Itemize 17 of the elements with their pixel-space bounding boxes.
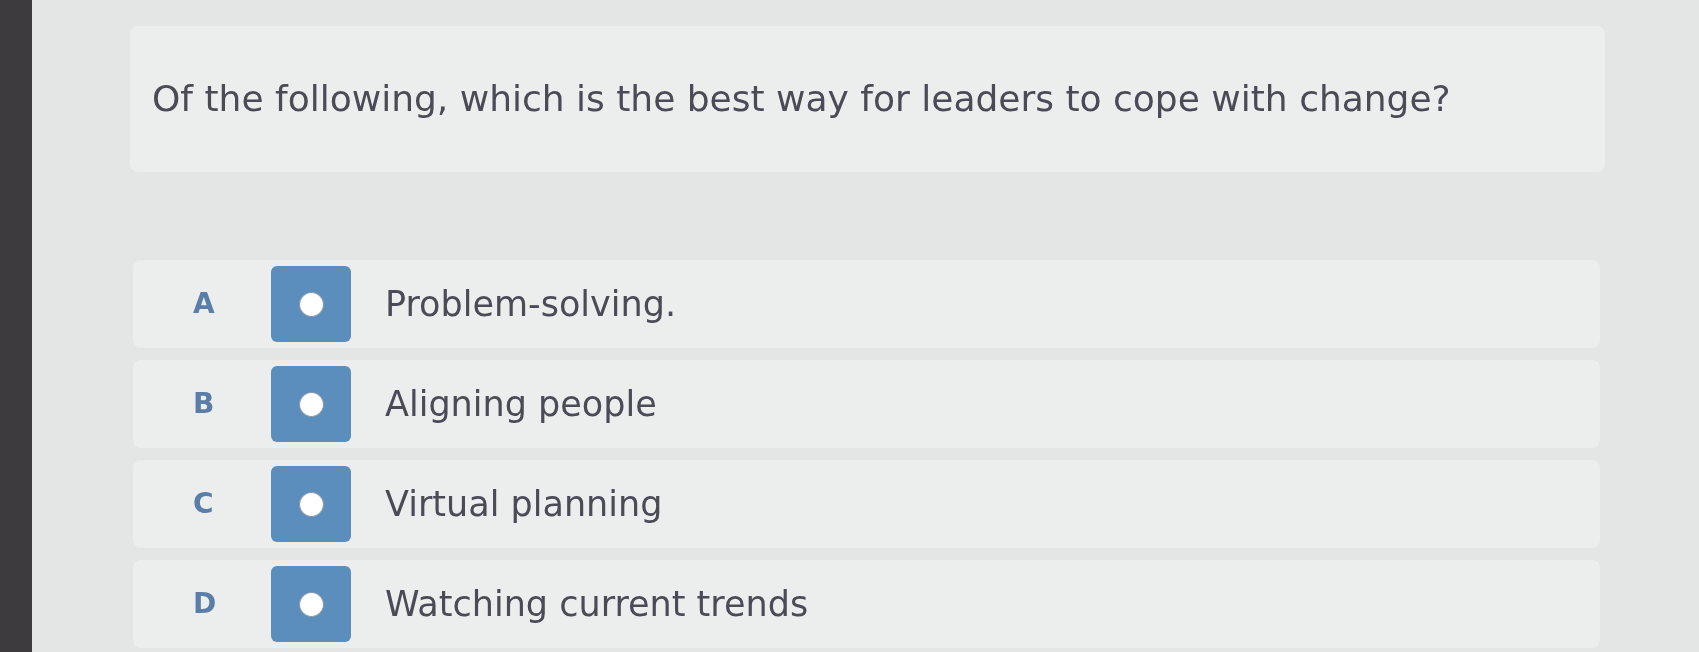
radio-button[interactable] bbox=[271, 466, 351, 542]
radio-circle-icon bbox=[298, 491, 324, 517]
option-text: Aligning people bbox=[385, 382, 657, 426]
radio-circle-icon bbox=[298, 391, 324, 417]
option-text: Watching current trends bbox=[385, 582, 809, 626]
question-text: Of the following, which is the best way for leaders to cope with change? bbox=[152, 77, 1451, 121]
radio-button[interactable] bbox=[271, 566, 351, 642]
option-letter: B bbox=[193, 386, 215, 422]
radio-button[interactable] bbox=[271, 366, 351, 442]
option-text: Virtual planning bbox=[385, 482, 663, 526]
option-letter: D bbox=[193, 586, 217, 622]
option-text: Problem-solving. bbox=[385, 282, 677, 326]
radio-circle-icon bbox=[298, 591, 324, 617]
option-letter: C bbox=[193, 486, 214, 522]
radio-circle-icon bbox=[298, 291, 324, 317]
option-letter: A bbox=[193, 286, 215, 322]
radio-button[interactable] bbox=[271, 266, 351, 342]
